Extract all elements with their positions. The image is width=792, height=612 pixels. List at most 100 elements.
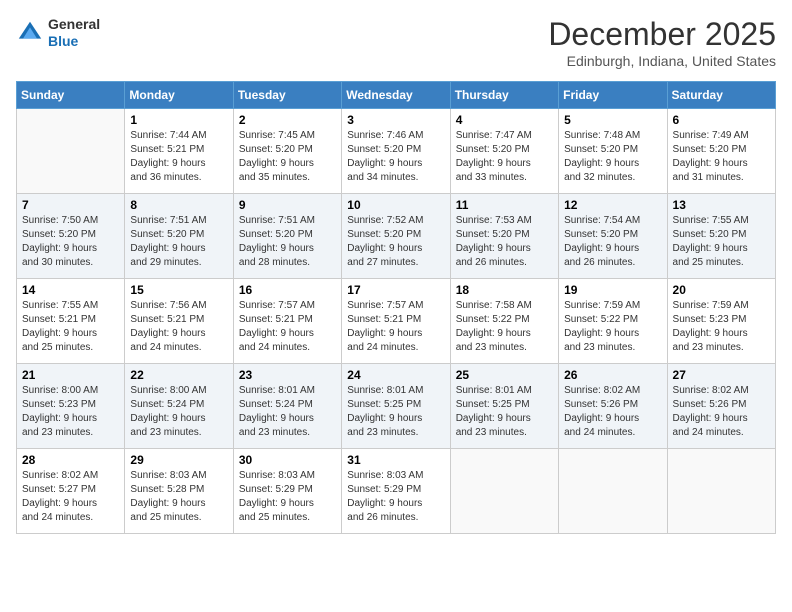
day-number: 21	[22, 368, 119, 382]
day-number: 2	[239, 113, 336, 127]
day-info: Sunrise: 8:02 AM Sunset: 5:27 PM Dayligh…	[22, 469, 119, 525]
day-number: 4	[456, 113, 553, 127]
day-number: 8	[130, 198, 227, 212]
logo-blue-text: Blue	[48, 33, 100, 50]
day-info: Sunrise: 7:45 AM Sunset: 5:20 PM Dayligh…	[239, 129, 336, 185]
day-number: 31	[347, 453, 444, 467]
day-info: Sunrise: 8:00 AM Sunset: 5:23 PM Dayligh…	[22, 384, 119, 440]
table-row: 5 Sunrise: 7:48 AM Sunset: 5:20 PM Daylig…	[559, 109, 667, 194]
day-info: Sunrise: 7:59 AM Sunset: 5:23 PM Dayligh…	[673, 299, 770, 355]
day-info: Sunrise: 8:01 AM Sunset: 5:25 PM Dayligh…	[456, 384, 553, 440]
calendar-week-5: 28 Sunrise: 8:02 AM Sunset: 5:27 PM Dayli…	[17, 449, 776, 534]
month-title: December 2025	[548, 16, 776, 53]
day-number: 13	[673, 198, 770, 212]
day-number: 1	[130, 113, 227, 127]
header-tuesday: Tuesday	[233, 82, 341, 109]
day-info: Sunrise: 8:01 AM Sunset: 5:24 PM Dayligh…	[239, 384, 336, 440]
day-number: 11	[456, 198, 553, 212]
day-number: 20	[673, 283, 770, 297]
table-row: 7 Sunrise: 7:50 AM Sunset: 5:20 PM Daylig…	[17, 194, 125, 279]
day-number: 27	[673, 368, 770, 382]
calendar-header-row: SundayMondayTuesdayWednesdayThursdayFrid…	[17, 82, 776, 109]
day-number: 18	[456, 283, 553, 297]
day-info: Sunrise: 7:50 AM Sunset: 5:20 PM Dayligh…	[22, 214, 119, 270]
day-number: 23	[239, 368, 336, 382]
day-number: 29	[130, 453, 227, 467]
day-info: Sunrise: 7:56 AM Sunset: 5:21 PM Dayligh…	[130, 299, 227, 355]
table-row: 24 Sunrise: 8:01 AM Sunset: 5:25 PM Dayli…	[342, 364, 450, 449]
table-row: 18 Sunrise: 7:58 AM Sunset: 5:22 PM Dayli…	[450, 279, 558, 364]
day-info: Sunrise: 7:59 AM Sunset: 5:22 PM Dayligh…	[564, 299, 661, 355]
day-number: 24	[347, 368, 444, 382]
table-row: 29 Sunrise: 8:03 AM Sunset: 5:28 PM Dayli…	[125, 449, 233, 534]
day-number: 17	[347, 283, 444, 297]
table-row: 26 Sunrise: 8:02 AM Sunset: 5:26 PM Dayli…	[559, 364, 667, 449]
day-info: Sunrise: 8:01 AM Sunset: 5:25 PM Dayligh…	[347, 384, 444, 440]
day-info: Sunrise: 8:02 AM Sunset: 5:26 PM Dayligh…	[564, 384, 661, 440]
table-row	[667, 449, 775, 534]
calendar-week-2: 7 Sunrise: 7:50 AM Sunset: 5:20 PM Daylig…	[17, 194, 776, 279]
table-row: 1Sunrise: 7:44 AM Sunset: 5:21 PM Daylig…	[125, 109, 233, 194]
table-row: 17 Sunrise: 7:57 AM Sunset: 5:21 PM Dayli…	[342, 279, 450, 364]
table-row: 8Sunrise: 7:51 AM Sunset: 5:20 PM Daylig…	[125, 194, 233, 279]
day-info: Sunrise: 8:03 AM Sunset: 5:28 PM Dayligh…	[130, 469, 227, 525]
header-thursday: Thursday	[450, 82, 558, 109]
calendar-week-4: 21 Sunrise: 8:00 AM Sunset: 5:23 PM Dayli…	[17, 364, 776, 449]
day-number: 25	[456, 368, 553, 382]
day-info: Sunrise: 7:53 AM Sunset: 5:20 PM Dayligh…	[456, 214, 553, 270]
day-info: Sunrise: 8:03 AM Sunset: 5:29 PM Dayligh…	[347, 469, 444, 525]
day-number: 7	[22, 198, 119, 212]
title-block: December 2025 Edinburgh, Indiana, United…	[548, 16, 776, 69]
day-number: 14	[22, 283, 119, 297]
logo-text: General Blue	[48, 16, 100, 50]
logo-general-text: General	[48, 16, 100, 33]
table-row	[559, 449, 667, 534]
table-row: 30 Sunrise: 8:03 AM Sunset: 5:29 PM Dayli…	[233, 449, 341, 534]
table-row: 25 Sunrise: 8:01 AM Sunset: 5:25 PM Dayli…	[450, 364, 558, 449]
table-row	[450, 449, 558, 534]
table-row: 23 Sunrise: 8:01 AM Sunset: 5:24 PM Dayli…	[233, 364, 341, 449]
table-row: 9Sunrise: 7:51 AM Sunset: 5:20 PM Daylig…	[233, 194, 341, 279]
table-row: 15 Sunrise: 7:56 AM Sunset: 5:21 PM Dayli…	[125, 279, 233, 364]
table-row: 31 Sunrise: 8:03 AM Sunset: 5:29 PM Dayli…	[342, 449, 450, 534]
day-info: Sunrise: 7:55 AM Sunset: 5:21 PM Dayligh…	[22, 299, 119, 355]
day-info: Sunrise: 7:57 AM Sunset: 5:21 PM Dayligh…	[347, 299, 444, 355]
header-sunday: Sunday	[17, 82, 125, 109]
day-number: 30	[239, 453, 336, 467]
day-info: Sunrise: 7:52 AM Sunset: 5:20 PM Dayligh…	[347, 214, 444, 270]
day-number: 15	[130, 283, 227, 297]
calendar-week-3: 14 Sunrise: 7:55 AM Sunset: 5:21 PM Dayli…	[17, 279, 776, 364]
page-header: General Blue December 2025 Edinburgh, In…	[16, 16, 776, 69]
calendar-table: SundayMondayTuesdayWednesdayThursdayFrid…	[16, 81, 776, 534]
table-row: 19 Sunrise: 7:59 AM Sunset: 5:22 PM Dayli…	[559, 279, 667, 364]
header-monday: Monday	[125, 82, 233, 109]
table-row: 4Sunrise: 7:47 AM Sunset: 5:20 PM Daylig…	[450, 109, 558, 194]
table-row: 14 Sunrise: 7:55 AM Sunset: 5:21 PM Dayli…	[17, 279, 125, 364]
table-row: 6 Sunrise: 7:49 AM Sunset: 5:20 PM Daylig…	[667, 109, 775, 194]
day-number: 19	[564, 283, 661, 297]
logo-icon	[16, 19, 44, 47]
day-info: Sunrise: 7:57 AM Sunset: 5:21 PM Dayligh…	[239, 299, 336, 355]
day-info: Sunrise: 7:58 AM Sunset: 5:22 PM Dayligh…	[456, 299, 553, 355]
day-number: 16	[239, 283, 336, 297]
day-info: Sunrise: 8:03 AM Sunset: 5:29 PM Dayligh…	[239, 469, 336, 525]
table-row: 21 Sunrise: 8:00 AM Sunset: 5:23 PM Dayli…	[17, 364, 125, 449]
day-number: 5	[564, 113, 661, 127]
calendar-body: 1Sunrise: 7:44 AM Sunset: 5:21 PM Daylig…	[17, 109, 776, 534]
table-row: 27Sunrise: 8:02 AM Sunset: 5:26 PM Dayli…	[667, 364, 775, 449]
table-row: 3Sunrise: 7:46 AM Sunset: 5:20 PM Daylig…	[342, 109, 450, 194]
day-info: Sunrise: 7:48 AM Sunset: 5:20 PM Dayligh…	[564, 129, 661, 185]
day-number: 28	[22, 453, 119, 467]
logo: General Blue	[16, 16, 100, 50]
day-number: 26	[564, 368, 661, 382]
table-row: 11 Sunrise: 7:53 AM Sunset: 5:20 PM Dayli…	[450, 194, 558, 279]
table-row: 28 Sunrise: 8:02 AM Sunset: 5:27 PM Dayli…	[17, 449, 125, 534]
header-saturday: Saturday	[667, 82, 775, 109]
table-row: 20 Sunrise: 7:59 AM Sunset: 5:23 PM Dayli…	[667, 279, 775, 364]
day-number: 9	[239, 198, 336, 212]
day-number: 10	[347, 198, 444, 212]
calendar-week-1: 1Sunrise: 7:44 AM Sunset: 5:21 PM Daylig…	[17, 109, 776, 194]
day-info: Sunrise: 7:49 AM Sunset: 5:20 PM Dayligh…	[673, 129, 770, 185]
day-info: Sunrise: 8:00 AM Sunset: 5:24 PM Dayligh…	[130, 384, 227, 440]
day-number: 6	[673, 113, 770, 127]
